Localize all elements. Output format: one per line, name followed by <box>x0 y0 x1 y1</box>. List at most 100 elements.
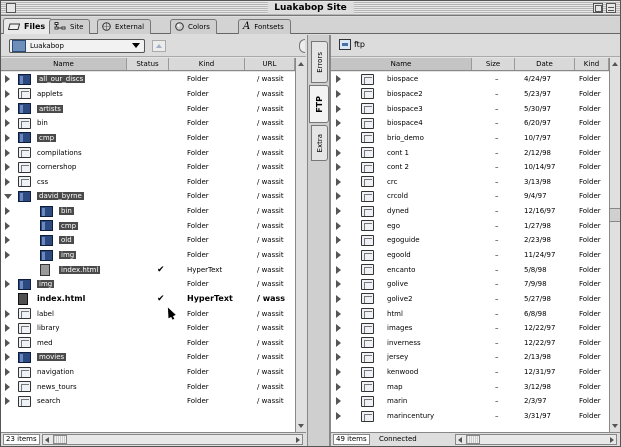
disclosure-closed-icon[interactable] <box>5 280 10 289</box>
ftp-scroll-thumb[interactable] <box>610 208 620 222</box>
file-row[interactable]: all_our_discs Folder / wassit <box>1 72 295 87</box>
file-row[interactable]: index.html ✔ HyperText / wassit <box>1 262 295 277</box>
disclosure-closed-icon[interactable] <box>5 368 10 377</box>
ftp-col-size[interactable]: Size <box>472 58 515 70</box>
ftp-row[interactable]: crc – 3/13/98 Folder <box>331 174 609 189</box>
ftp-scroll-down-arrow-icon[interactable] <box>612 424 618 428</box>
scroll-up-arrow-icon[interactable] <box>298 62 304 66</box>
ftp-row[interactable]: golive – 7/9/98 Folder <box>331 277 609 292</box>
ftp-row[interactable]: ego – 1/27/98 Folder <box>331 218 609 233</box>
col-url[interactable]: URL <box>245 58 295 70</box>
tab-errors[interactable]: Errors <box>311 41 328 83</box>
ftp-row[interactable]: encanto – 5/8/98 Folder <box>331 262 609 277</box>
ftp-hscroll-thumb[interactable] <box>466 435 480 444</box>
tab-site[interactable]: Site <box>49 19 91 34</box>
disclosure-closed-icon[interactable] <box>336 412 341 421</box>
file-row[interactable]: img Folder / wassit <box>1 277 295 292</box>
disclosure-closed-icon[interactable] <box>336 148 341 157</box>
file-row[interactable]: bin Folder / wassit <box>1 204 295 219</box>
disclosure-closed-icon[interactable] <box>336 324 341 333</box>
ftp-vertical-scrollbar[interactable] <box>609 58 620 432</box>
disclosure-closed-icon[interactable] <box>336 353 341 362</box>
zoom-box[interactable] <box>593 3 603 13</box>
disclosure-closed-icon[interactable] <box>5 324 10 333</box>
disclosure-closed-icon[interactable] <box>336 294 341 303</box>
file-row[interactable]: bin Folder / wassit <box>1 116 295 131</box>
disclosure-closed-icon[interactable] <box>336 89 341 98</box>
file-row[interactable]: news_tours Folder / wassit <box>1 379 295 394</box>
file-row[interactable]: cmp Folder / wassit <box>1 131 295 146</box>
ftp-horizontal-scrollbar[interactable] <box>455 434 617 445</box>
ftp-row[interactable]: kenwood – 12/31/97 Folder <box>331 365 609 380</box>
file-row[interactable]: img Folder / wassit <box>1 248 295 263</box>
disclosure-closed-icon[interactable] <box>336 163 341 172</box>
scroll-down-arrow-icon[interactable] <box>298 424 304 428</box>
disclosure-closed-icon[interactable] <box>5 89 10 98</box>
tab-colors[interactable]: Colors <box>170 19 217 34</box>
ftp-row[interactable]: cont 1 – 2/12/98 Folder <box>331 145 609 160</box>
ftp-scroll-left-arrow-icon[interactable] <box>458 437 462 443</box>
ftp-row[interactable]: egoold – 11/24/97 Folder <box>331 248 609 263</box>
ftp-row[interactable]: images – 12/22/97 Folder <box>331 321 609 336</box>
file-row[interactable]: artists Folder / wassit <box>1 101 295 116</box>
disclosure-closed-icon[interactable] <box>336 119 341 128</box>
file-row[interactable]: med Folder / wassit <box>1 336 295 351</box>
file-row[interactable]: label Folder / wassit <box>1 306 295 321</box>
ftp-row[interactable]: brio_demo – 10/7/97 Folder <box>331 131 609 146</box>
file-row[interactable]: library Folder / wassit <box>1 321 295 336</box>
ftp-row[interactable]: cont 2 – 10/14/97 Folder <box>331 160 609 175</box>
disclosure-closed-icon[interactable] <box>336 338 341 347</box>
disclosure-closed-icon[interactable] <box>5 148 10 157</box>
disclosure-closed-icon[interactable] <box>336 221 341 230</box>
disclosure-closed-icon[interactable] <box>336 133 341 142</box>
file-row[interactable]: movies Folder / wassit <box>1 350 295 365</box>
file-row[interactable]: navigation Folder / wassit <box>1 365 295 380</box>
file-row[interactable]: cmp Folder / wassit <box>1 218 295 233</box>
disclosure-closed-icon[interactable] <box>5 309 10 318</box>
disclosure-closed-icon[interactable] <box>336 309 341 318</box>
disclosure-closed-icon[interactable] <box>336 368 341 377</box>
disclosure-closed-icon[interactable] <box>336 236 341 245</box>
disclosure-closed-icon[interactable] <box>5 163 10 172</box>
disclosure-closed-icon[interactable] <box>336 104 341 113</box>
collapse-pane-button[interactable] <box>299 39 305 53</box>
ftp-col-kind[interactable]: Kind <box>575 58 609 70</box>
disclosure-closed-icon[interactable] <box>5 338 10 347</box>
tab-ftp[interactable]: FTP <box>309 85 329 123</box>
disclosure-closed-icon[interactable] <box>5 133 10 142</box>
col-kind[interactable]: Kind <box>169 58 245 70</box>
ftp-scroll-up-arrow-icon[interactable] <box>612 62 618 66</box>
disclosure-closed-icon[interactable] <box>5 353 10 362</box>
scroll-left-arrow-icon[interactable] <box>45 437 49 443</box>
disclosure-closed-icon[interactable] <box>5 75 10 84</box>
file-row[interactable]: compilations Folder / wassit <box>1 145 295 160</box>
disclosure-closed-icon[interactable] <box>336 75 341 84</box>
files-horizontal-scrollbar[interactable] <box>42 434 303 445</box>
close-box[interactable] <box>6 3 16 13</box>
disclosure-closed-icon[interactable] <box>5 397 10 406</box>
ftp-row[interactable]: dyned – 12/16/97 Folder <box>331 204 609 219</box>
tab-external[interactable]: External <box>97 19 152 34</box>
file-row[interactable]: cornershop Folder / wassit <box>1 160 295 175</box>
collapse-box[interactable] <box>606 3 616 13</box>
ftp-row[interactable]: biospace2 – 5/23/97 Folder <box>331 87 609 102</box>
ftp-col-name[interactable]: Name <box>331 58 472 70</box>
disclosure-closed-icon[interactable] <box>336 280 341 289</box>
tab-extra[interactable]: Extra <box>311 125 328 161</box>
files-vertical-scrollbar[interactable] <box>295 58 306 432</box>
file-row[interactable]: index.html ✔ HyperText / wass <box>1 292 295 307</box>
tab-files[interactable]: Files <box>3 18 53 34</box>
file-row[interactable]: applets Folder / wassit <box>1 87 295 102</box>
scroll-right-arrow-icon[interactable] <box>296 437 300 443</box>
col-name[interactable]: Name <box>1 58 127 70</box>
ftp-row[interactable]: biospace3 – 5/30/97 Folder <box>331 101 609 116</box>
ftp-row[interactable]: jersey – 2/13/98 Folder <box>331 350 609 365</box>
site-select[interactable]: Luakabop <box>9 39 145 53</box>
ftp-row[interactable]: inverness – 12/22/97 Folder <box>331 336 609 351</box>
tab-fontsets[interactable]: A Fontsets <box>238 19 291 34</box>
ftp-row[interactable]: html – 6/8/98 Folder <box>331 306 609 321</box>
disclosure-closed-icon[interactable] <box>336 177 341 186</box>
title-bar[interactable]: Luakabop Site <box>1 1 620 16</box>
ftp-row[interactable]: egoguide – 2/23/98 Folder <box>331 233 609 248</box>
scroll-thumb[interactable] <box>53 435 67 444</box>
